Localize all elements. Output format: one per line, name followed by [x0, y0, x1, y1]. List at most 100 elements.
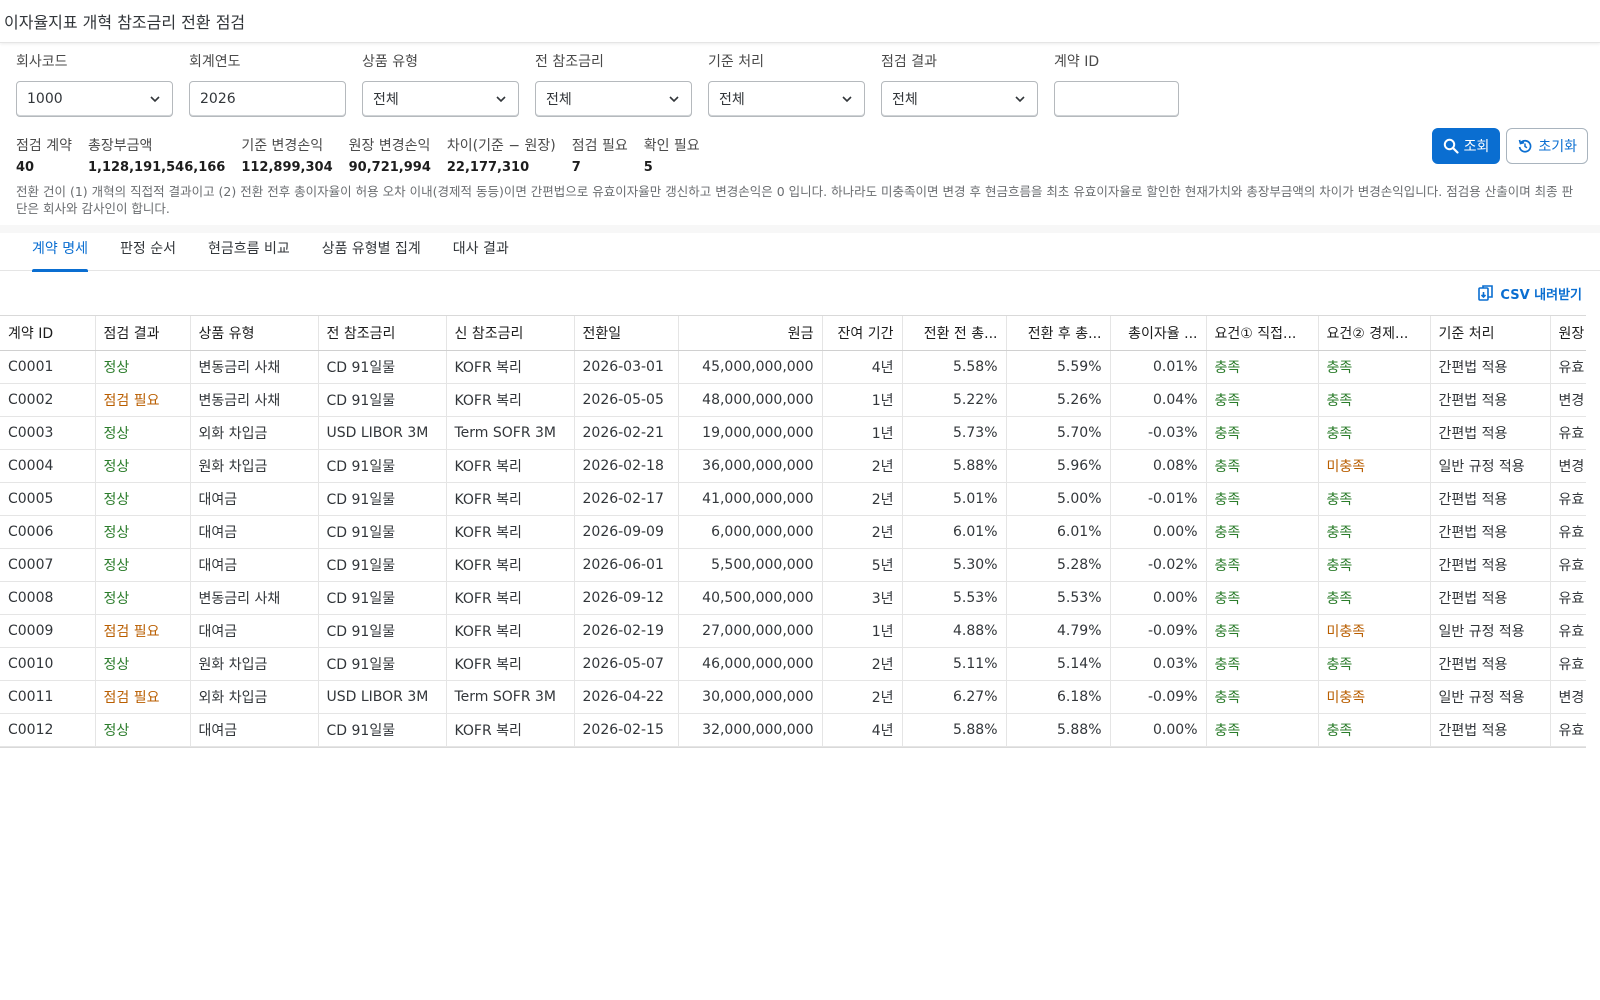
table-cell: 유효	[1550, 482, 1586, 516]
table-cell: -0.01%	[1110, 482, 1207, 516]
table-cell: C0011	[0, 680, 96, 714]
table-cell: CD 91일물	[318, 713, 447, 747]
chevron-down-icon	[1015, 96, 1025, 103]
table-cell: 충족	[1318, 416, 1431, 450]
table-cell: 5.96%	[1006, 449, 1111, 483]
filter-select[interactable]: 전체	[362, 81, 519, 117]
filter-field: 전 참조금리전체	[535, 51, 692, 117]
table-row[interactable]: C0011 점검 필요 외화 차입금 USD LIBOR 3M Term SOFR 3M…	[0, 680, 1586, 714]
column-header[interactable]: 전 참조금리	[318, 316, 447, 351]
table-cell: 6.01%	[902, 515, 1007, 549]
chevron-down-icon	[669, 96, 679, 103]
table-cell: C0005	[0, 482, 96, 516]
filter-value: 전체	[546, 92, 572, 108]
table-cell: 정상	[95, 482, 191, 516]
table-cell: KOFR 복리	[446, 548, 575, 582]
contract-table: 계약 ID 점검 결과 상품 유형 전 참조금리 신 참조금리 전환일 원금 잔여 기간 전환 …	[0, 315, 1586, 748]
summary-stat-label: 차이(기준 − 원장)	[446, 138, 556, 154]
table-row[interactable]: C0005 정상 대여금 CD 91일물 KOFR 복리 2026-02-17 41,000…	[0, 482, 1586, 516]
search-button[interactable]: 조회	[1431, 128, 1501, 164]
column-header[interactable]: 원금	[678, 316, 823, 351]
table-cell: 32,000,000,000	[678, 713, 823, 747]
table-cell: CD 91일물	[318, 482, 447, 516]
summary-stat: 기준 변경손익 112,899,304	[241, 137, 332, 177]
table-cell: 유효	[1550, 548, 1586, 582]
table-row[interactable]: C0012 정상 대여금 CD 91일물 KOFR 복리 2026-02-15 32,000…	[0, 713, 1586, 747]
table-cell: 19,000,000,000	[678, 416, 823, 450]
table-cell: Term SOFR 3M	[446, 416, 575, 450]
table-cell: 충족	[1206, 647, 1319, 681]
tab-item[interactable]: 상품 유형별 집계	[322, 225, 421, 271]
filter-label: 전 참조금리	[535, 54, 604, 70]
column-header[interactable]: 상품 유형	[190, 316, 319, 351]
table-row[interactable]: C0007 정상 대여금 CD 91일물 KOFR 복리 2026-06-01 5,500,…	[0, 548, 1586, 582]
table-cell: CD 91일물	[318, 548, 447, 582]
filter-input[interactable]	[1054, 81, 1179, 117]
table-cell: 2026-05-05	[574, 383, 679, 417]
table-row[interactable]: C0001 정상 변동금리 사채 CD 91일물 KOFR 복리 2026-03-01 45…	[0, 350, 1586, 384]
notice-text: 전환 건이 (1) 개혁의 직접적 결과이고 (2) 전환 전후 총이자율이 허…	[16, 184, 1574, 216]
filter-input[interactable]: 2026	[189, 81, 346, 117]
file-download-icon	[1478, 285, 1494, 301]
table-cell: 41,000,000,000	[678, 482, 823, 516]
filter-select[interactable]: 1000	[16, 81, 173, 117]
column-header[interactable]: 원장	[1550, 316, 1586, 351]
table-row[interactable]: C0008 정상 변동금리 사채 CD 91일물 KOFR 복리 2026-09-12 40…	[0, 581, 1586, 615]
table-cell: 변동금리 사채	[190, 383, 319, 417]
table-cell: 간편법 적용	[1430, 713, 1551, 747]
table-row[interactable]: C0003 정상 외화 차입금 USD LIBOR 3M Term SOFR 3M 202…	[0, 416, 1586, 450]
reset-button[interactable]: 초기화	[1506, 128, 1588, 164]
column-header[interactable]: 계약 ID	[0, 316, 96, 351]
table-cell: 일반 규정 적용	[1430, 449, 1551, 483]
table-cell: 미충족	[1318, 680, 1431, 714]
table-cell: 충족	[1318, 383, 1431, 417]
table-cell: 충족	[1206, 449, 1319, 483]
table-cell: 변동금리 사채	[190, 581, 319, 615]
tab-item[interactable]: 대사 결과	[453, 225, 509, 271]
csv-download-button[interactable]: CSV 내려받기	[1477, 284, 1582, 303]
column-header[interactable]: 요건① 직접...	[1206, 316, 1319, 351]
table-cell: 5.88%	[902, 449, 1007, 483]
table-row[interactable]: C0004 정상 원화 차입금 CD 91일물 KOFR 복리 2026-02-18 36,…	[0, 449, 1586, 483]
table-cell: 6.18%	[1006, 680, 1111, 714]
column-header[interactable]: 전환 후 총...	[1006, 316, 1111, 351]
table-cell: 6.01%	[1006, 515, 1111, 549]
table-row[interactable]: C0009 점검 필요 대여금 CD 91일물 KOFR 복리 2026-02-19 27,…	[0, 614, 1586, 648]
table-row[interactable]: C0010 정상 원화 차입금 CD 91일물 KOFR 복리 2026-05-07 46,…	[0, 647, 1586, 681]
table-cell: 충족	[1206, 482, 1319, 516]
table-cell: 4년	[822, 350, 903, 384]
column-header[interactable]: 잔여 기간	[822, 316, 903, 351]
table-cell: 2026-02-19	[574, 614, 679, 648]
column-header[interactable]: 신 참조금리	[446, 316, 575, 351]
column-header[interactable]: 전환일	[574, 316, 679, 351]
tab-item[interactable]: 계약 명세	[32, 225, 88, 272]
filter-select[interactable]: 전체	[535, 81, 692, 117]
column-header[interactable]: 총이자율 ...	[1110, 316, 1207, 351]
table-cell: 점검 필요	[95, 680, 191, 714]
summary-stat-value: 22,177,310	[446, 160, 530, 175]
table-cell: 충족	[1318, 482, 1431, 516]
table-cell: KOFR 복리	[446, 350, 575, 384]
search-button-label: 조회	[1463, 139, 1490, 155]
table-cell: CD 91일물	[318, 614, 447, 648]
table-cell: 충족	[1206, 515, 1319, 549]
tab-item[interactable]: 현금흐름 비교	[208, 225, 290, 271]
table-cell: 0.00%	[1110, 713, 1207, 747]
column-header[interactable]: 점검 결과	[95, 316, 191, 351]
table-cell: KOFR 복리	[446, 581, 575, 615]
summary-stat-value: 90,721,994	[348, 160, 431, 175]
table-row[interactable]: C0002 점검 필요 변동금리 사채 CD 91일물 KOFR 복리 2026-05-0…	[0, 383, 1586, 417]
column-header[interactable]: 기준 처리	[1430, 316, 1551, 351]
filter-select[interactable]: 전체	[881, 81, 1038, 117]
table-row[interactable]: C0006 정상 대여금 CD 91일물 KOFR 복리 2026-09-09 6,000,…	[0, 515, 1586, 549]
filter-select[interactable]: 전체	[708, 81, 865, 117]
table-cell: CD 91일물	[318, 581, 447, 615]
table-cell: 간편법 적용	[1430, 515, 1551, 549]
table-cell: 충족	[1206, 581, 1319, 615]
column-header[interactable]: 요건② 경제...	[1318, 316, 1431, 351]
tab-item[interactable]: 판정 순서	[120, 225, 176, 271]
column-header[interactable]: 전환 전 총...	[902, 316, 1007, 351]
summary-stat: 점검 필요 7	[572, 137, 628, 177]
table-cell: 간편법 적용	[1430, 383, 1551, 417]
table-cell: 2026-09-09	[574, 515, 679, 549]
